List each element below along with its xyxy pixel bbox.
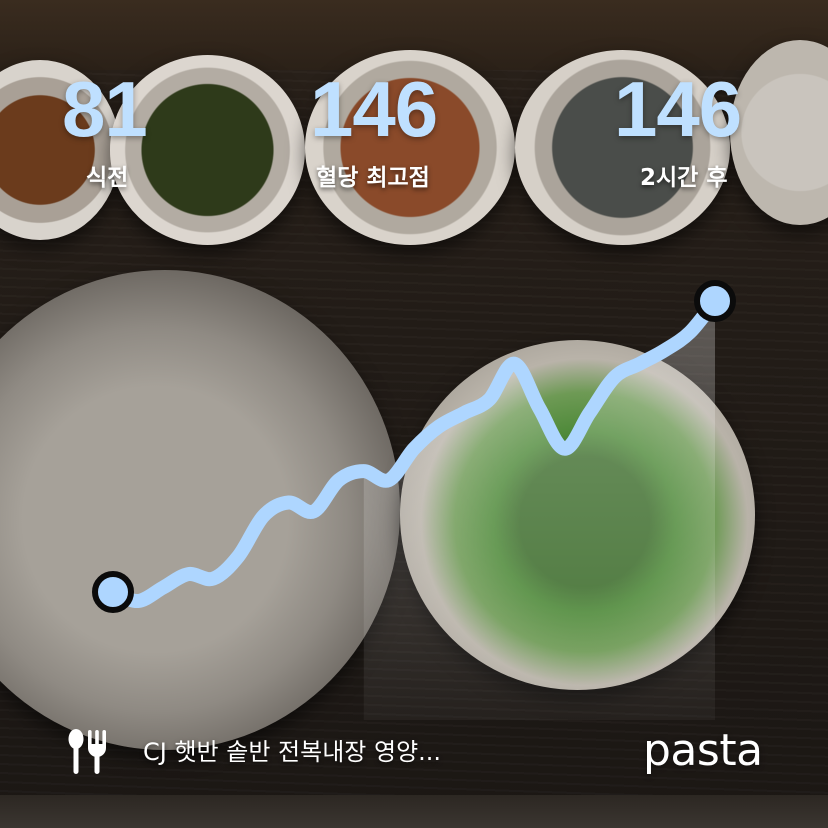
photo-card: 81 식전 146 혈당 최고점 146 2시간 후 CJ 햇반 솥반 전복내장… (0, 0, 828, 828)
pre-meal-glucose-value: 81 (62, 65, 148, 153)
end-point-marker (694, 280, 736, 322)
two-hour-label: 2시간 후 (640, 165, 728, 191)
pasta-logo: pasta (643, 725, 763, 776)
food-name: CJ 햇반 솥반 전복내장 영양... (143, 738, 442, 766)
two-hour-glucose-value: 146 (614, 65, 742, 153)
pre-meal-label: 식전 (86, 165, 129, 191)
peak-label: 혈당 최고점 (316, 165, 430, 191)
peak-glucose-value: 146 (310, 65, 438, 153)
chart-area-highlight (363, 301, 715, 720)
start-point-marker (92, 571, 134, 613)
fork-spoon-icon (68, 729, 106, 774)
